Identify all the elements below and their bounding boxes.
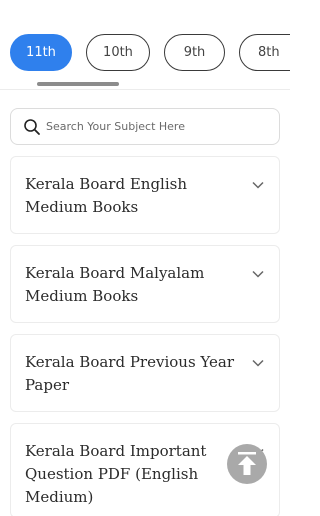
search-input[interactable]: Search Your Subject Here [10, 108, 280, 145]
tab-11th[interactable]: 11th [10, 34, 72, 71]
back-to-top-button[interactable] [227, 444, 267, 484]
search-placeholder: Search Your Subject Here [46, 120, 185, 133]
accordion-title: Kerala Board Important Question PDF (Eng… [25, 442, 207, 506]
arrow-up-icon [238, 452, 256, 475]
tab-8th[interactable]: 8th [239, 34, 290, 71]
accordion-item-previous-year-paper[interactable]: Kerala Board Previous Year Paper [10, 334, 280, 412]
divider [0, 89, 290, 90]
tab-9th[interactable]: 9th [164, 34, 225, 71]
class-tabs: 11th 10th 9th 8th [0, 0, 290, 88]
accordion-item-english-medium-books[interactable]: Kerala Board English Medium Books [10, 156, 280, 234]
accordion-item-malyalam-medium-books[interactable]: Kerala Board Malyalam Medium Books [10, 245, 280, 323]
tabs-scrollbar[interactable] [37, 82, 119, 86]
accordion-title: Kerala Board English Medium Books [25, 175, 188, 216]
accordion-title: Kerala Board Malyalam Medium Books [25, 264, 205, 305]
chevron-down-icon[interactable] [250, 266, 266, 282]
tab-10th[interactable]: 10th [86, 34, 150, 71]
search-icon [24, 119, 40, 135]
accordion-title: Kerala Board Previous Year Paper [25, 353, 234, 394]
chevron-down-icon[interactable] [250, 177, 266, 193]
chevron-down-icon[interactable] [250, 355, 266, 371]
